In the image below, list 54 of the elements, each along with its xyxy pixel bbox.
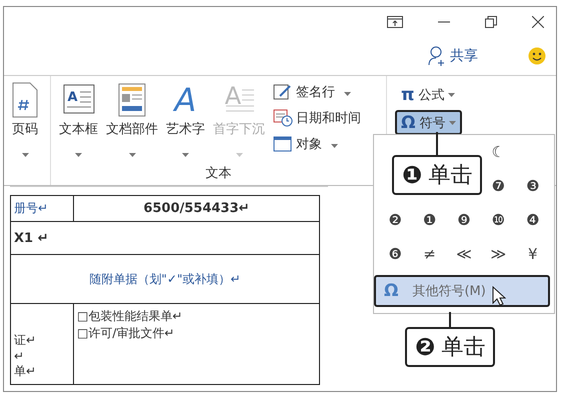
table-cell: X1 ↵	[10, 222, 320, 254]
caret-icon	[75, 153, 82, 157]
restore-icon[interactable]	[485, 16, 497, 28]
caret-icon	[344, 92, 351, 96]
symbol-item[interactable]: ≪	[446, 243, 482, 265]
step-callout: ❶ 单击	[392, 155, 482, 195]
datetime-button[interactable]: 日期和时间	[271, 106, 363, 130]
person-add-icon	[428, 46, 446, 66]
symbol-item[interactable]: ❾	[446, 209, 482, 231]
symbol-button[interactable]: Ω 符号	[395, 110, 462, 135]
symbol-item[interactable]: ≫	[481, 243, 516, 265]
table-cell: 随附单据（划"✓"或补填）↵	[10, 254, 320, 304]
caret-icon	[128, 153, 136, 157]
table-cell: □包装性能结果单↵ □许可/审批文件↵	[74, 304, 320, 384]
window-icon	[273, 135, 293, 153]
signature-icon	[273, 83, 293, 101]
caret-icon	[448, 92, 456, 96]
caret-icon	[449, 120, 456, 124]
calendar-clock-icon	[273, 109, 293, 127]
caret-icon	[236, 153, 242, 157]
wordart-button[interactable]: A 艺术字	[164, 76, 207, 164]
symbol-item[interactable]: ❻	[378, 243, 412, 265]
caret-icon	[22, 153, 28, 157]
minimize-icon[interactable]	[438, 21, 450, 23]
table-cell: 6500/554433↵	[74, 196, 320, 222]
symbol-item[interactable]: ❶	[412, 209, 447, 231]
more-symbols-item[interactable]: Ω 其他符号(M)	[374, 275, 550, 307]
equation-button[interactable]: π 公式	[395, 82, 462, 107]
page-number-button[interactable]: 页码	[8, 76, 42, 161]
table-cell: 证↵ ↵ 单↵	[10, 304, 74, 384]
symbol-item[interactable]: ❹	[516, 209, 550, 231]
object-button[interactable]: 对象	[271, 132, 363, 156]
symbol-item[interactable]: ❼	[481, 175, 516, 197]
smiley-icon[interactable]	[528, 47, 546, 65]
ribbon-display-icon[interactable]	[387, 16, 403, 28]
signature-button[interactable]: 签名行	[271, 80, 363, 104]
cursor-icon	[492, 286, 506, 306]
group-label: 文本	[204, 165, 232, 183]
textbox-button[interactable]: A 文本框	[57, 76, 100, 164]
symbol-item[interactable]: ¥	[516, 243, 550, 265]
parts-button[interactable]: 文档部件	[104, 76, 160, 164]
symbol-item[interactable]: ❿	[481, 209, 516, 231]
close-icon[interactable]	[532, 16, 544, 28]
page-number-icon	[10, 82, 40, 118]
caret-icon	[331, 144, 338, 148]
symbol-item[interactable]: ❷	[378, 209, 412, 231]
symbol-item[interactable]: ☾	[481, 141, 516, 163]
symbol-item[interactable]: ❸	[516, 175, 550, 197]
step-callout: ❷ 单击	[405, 327, 496, 367]
symbol-item[interactable]: ≠	[412, 243, 447, 265]
word-art-icon: A	[168, 82, 202, 118]
share-button[interactable]: 共享	[428, 46, 478, 66]
table-cell: 册号↵	[10, 196, 74, 222]
caret-icon	[182, 153, 189, 157]
